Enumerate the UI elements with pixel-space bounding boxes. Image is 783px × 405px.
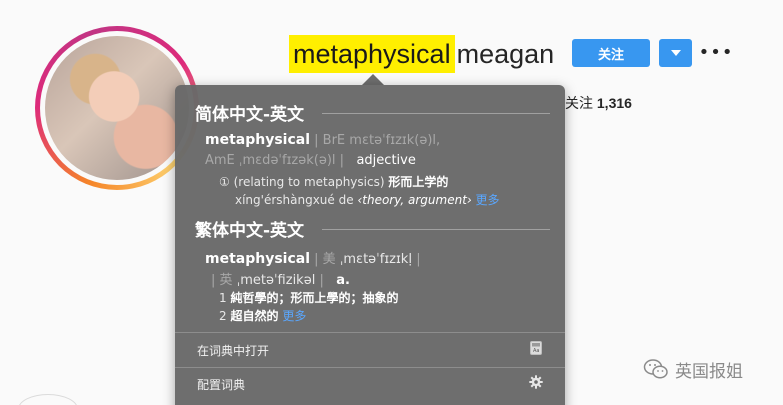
chevron-down-icon	[670, 50, 681, 56]
sense-line: ① (relating to metaphysics) 形而上学的	[219, 173, 448, 190]
more-link[interactable]: 更多	[476, 193, 500, 207]
pron-uk: ˌmetəˈfizikəl	[236, 273, 316, 288]
profile-avatar[interactable]	[45, 36, 189, 180]
footer-divider	[175, 367, 565, 368]
username-row: metaphysical meagan	[289, 35, 554, 73]
username-rest: meagan	[456, 38, 555, 69]
pron-separator: |	[416, 252, 421, 267]
pron-us: ˌmɛtəˈfɪzɪkḷ	[339, 252, 413, 267]
pinyin: xíng'érshàngxué de	[235, 193, 354, 207]
following-stat[interactable]: 关注 1,316	[565, 93, 632, 113]
more-dots-icon: •••	[698, 41, 734, 63]
section-divider	[322, 113, 550, 114]
more-link[interactable]: 更多	[282, 309, 306, 323]
pron-separator: | BrE	[314, 133, 346, 148]
follow-button[interactable]: 关注	[572, 39, 650, 67]
sense-gloss: (relating to metaphysics)	[233, 175, 385, 189]
profile-avatar-frame	[40, 31, 194, 185]
dictionary-book-icon[interactable]: Aa	[529, 341, 543, 355]
part-of-speech: a.	[336, 273, 350, 288]
svg-text:Aa: Aa	[533, 348, 539, 354]
wechat-logo-icon	[643, 359, 668, 379]
sense-chinese: 形而上学的	[388, 175, 449, 189]
watermark-text: 英国报姐	[675, 361, 743, 382]
definition-number: 2	[219, 309, 227, 323]
part-of-speech: adjective	[356, 153, 416, 168]
open-in-dictionary-button[interactable]: 在词典中打开	[197, 342, 269, 359]
dictionary-popover[interactable]: 简体中文-英文 metaphysical | BrE mɛtəˈfɪzɪk(ə)…	[175, 85, 565, 405]
definition-number: 1	[219, 291, 227, 305]
following-stat-value: 1,316	[596, 95, 632, 111]
section-divider	[322, 229, 550, 230]
definition-text: 純哲學的；形而上學的；抽象的	[230, 291, 399, 305]
entry-headword-line: metaphysical | BrE mɛtəˈfɪzɪk(ə)l,	[205, 132, 440, 148]
pron-ame-label: AmE	[205, 153, 235, 168]
pron-separator: |	[339, 153, 345, 168]
username-selected-text[interactable]: metaphysical	[289, 35, 455, 73]
section-title-simplified: 简体中文-英文	[195, 105, 305, 125]
gear-icon[interactable]	[529, 375, 543, 389]
pinyin-line: xíng'érshàngxué de ‹theory, argument› 更多	[235, 191, 500, 208]
footer-divider	[175, 332, 565, 333]
definition-text: 超自然的	[230, 309, 279, 323]
definition-line: 1 純哲學的；形而上學的；抽象的	[219, 289, 398, 306]
story-highlight-circle[interactable]	[18, 394, 78, 405]
entry-headword-line: metaphysical | 美 ˌmɛtəˈfɪzɪkḷ |	[205, 248, 421, 267]
more-options-button[interactable]: •••	[699, 41, 733, 63]
following-stat-label: 关注	[565, 95, 593, 111]
pron-separator: |	[319, 273, 324, 288]
headword: metaphysical	[205, 132, 311, 148]
entry-pron-line: AmE ˌmɛdəˈfɪzək(ə)l | adjective	[205, 153, 416, 168]
sense-number: ①	[219, 175, 230, 189]
pron-uk-label: | 英	[211, 273, 233, 288]
configure-dictionary-button[interactable]: 配置词典	[197, 376, 245, 393]
popover-pointer	[362, 74, 384, 85]
watermark: 英国报姐	[643, 356, 743, 382]
example-collocates: ‹theory, argument›	[357, 193, 472, 207]
entry-pron-line: | 英 ˌmetəˈfizikəl | a.	[211, 269, 350, 288]
suggestions-dropdown-button[interactable]	[659, 39, 692, 67]
pron-bre: mɛtəˈfɪzɪk(ə)l,	[349, 133, 441, 148]
pron-separator: | 美	[314, 252, 336, 267]
pron-ame: ˌmɛdəˈfɪzək(ə)l	[238, 153, 336, 168]
headword: metaphysical	[205, 251, 311, 267]
section-title-traditional: 繁体中文-英文	[195, 221, 305, 241]
definition-line: 2 超自然的 更多	[219, 307, 306, 324]
